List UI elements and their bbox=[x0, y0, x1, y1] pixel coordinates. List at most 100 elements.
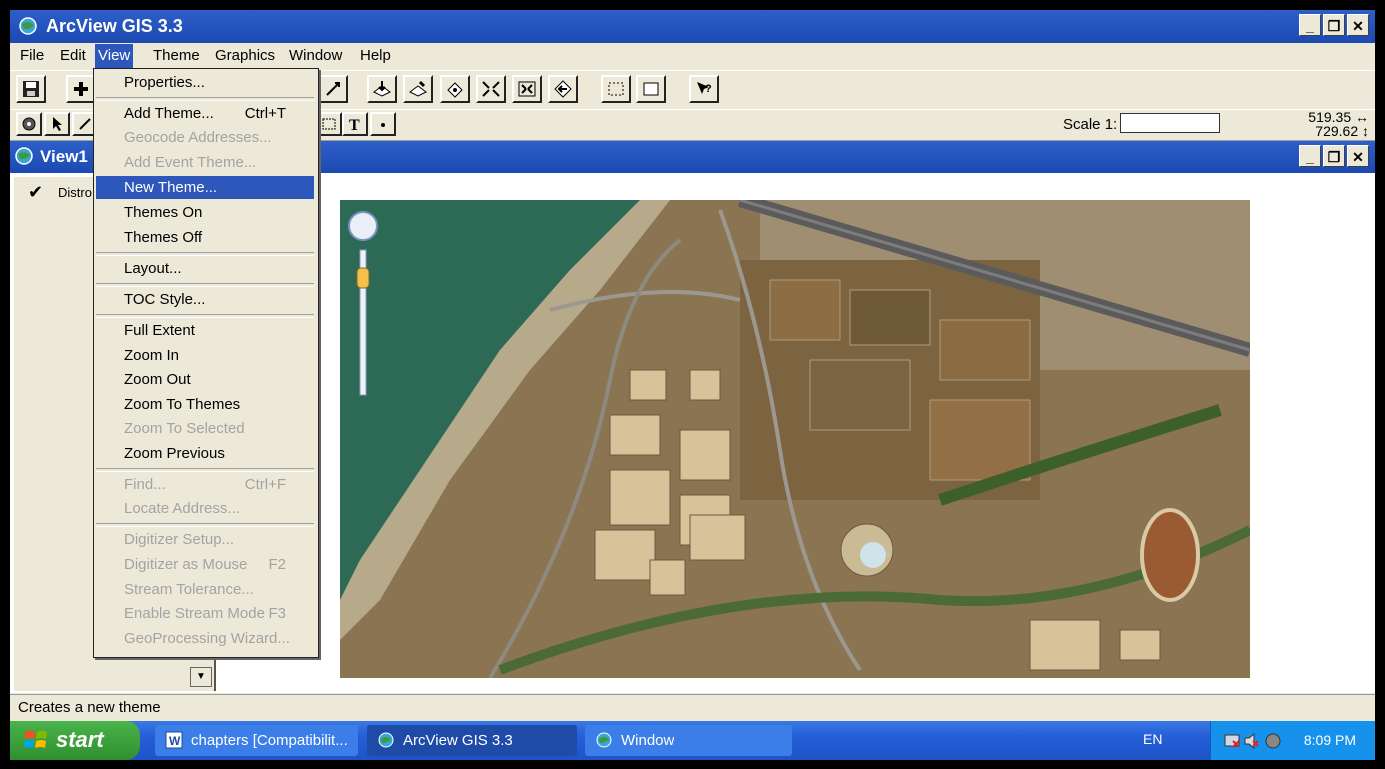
view-title: View1 bbox=[40, 147, 88, 166]
select-features-button[interactable] bbox=[601, 75, 631, 103]
taskbar-item-label: Window bbox=[621, 732, 675, 749]
help-icon: ? bbox=[697, 82, 712, 95]
zoom-to-themes-button[interactable] bbox=[512, 75, 542, 103]
zoom-themes-icon bbox=[518, 81, 536, 97]
system-tray: 8:09 PM bbox=[1210, 721, 1375, 760]
view-menu-dropdown: Properties... Add Theme... Ctrl+T Geocode… bbox=[93, 68, 319, 658]
language-indicator[interactable]: EN bbox=[1143, 731, 1162, 747]
menu-item-zoom-to-themes[interactable]: Zoom To Themes bbox=[96, 393, 314, 416]
menu-help[interactable]: Help bbox=[357, 47, 394, 67]
zoom-to-full-extent-button[interactable] bbox=[476, 75, 506, 103]
legend-icon bbox=[447, 82, 463, 98]
arcview-globe-icon bbox=[596, 732, 612, 748]
view-minimize-button[interactable]: _ bbox=[1299, 145, 1321, 167]
menu-item-geoprocessing-wizard: GeoProcessing Wizard... bbox=[124, 630, 290, 647]
zoom-previous-button[interactable] bbox=[548, 75, 578, 103]
menu-window[interactable]: Window bbox=[286, 47, 345, 67]
pan-button[interactable] bbox=[318, 75, 348, 103]
identify-tool[interactable] bbox=[16, 112, 42, 136]
taskbar-item-label: ArcView GIS 3.3 bbox=[403, 732, 513, 749]
pointer-tool[interactable] bbox=[44, 112, 70, 136]
select-icon bbox=[608, 82, 624, 96]
satellite-image bbox=[340, 200, 1250, 678]
vertex-icon bbox=[79, 118, 91, 130]
save-button[interactable] bbox=[16, 75, 46, 103]
menu-item-layout[interactable]: Layout... bbox=[96, 257, 314, 280]
tray-icons[interactable] bbox=[1223, 731, 1283, 751]
point-icon bbox=[381, 123, 385, 127]
point-tool[interactable] bbox=[370, 112, 396, 136]
shape-icon bbox=[322, 118, 336, 130]
add-theme-icon bbox=[74, 82, 88, 96]
stack-edit-icon bbox=[409, 80, 427, 97]
close-button[interactable]: ✕ bbox=[1347, 14, 1369, 36]
app-window: ArcView GIS 3.3 _ ❐ ✕ File Edit View The… bbox=[10, 10, 1375, 760]
menu-item-enable-stream-mode: Enable Stream Mode F3 bbox=[124, 605, 286, 622]
menu-item-properties[interactable]: Properties... bbox=[96, 71, 314, 94]
stack-icon bbox=[373, 81, 391, 97]
start-label: start bbox=[56, 727, 104, 752]
taskbar-item-arcview[interactable]: ArcView GIS 3.3 bbox=[367, 725, 577, 756]
view-restore-button[interactable]: ❐ bbox=[1323, 145, 1345, 167]
add-theme-button[interactable] bbox=[66, 75, 96, 103]
coordinate-readout: 519.35 ↔ 729.62 ↕ bbox=[1308, 110, 1369, 138]
help-button[interactable]: ? bbox=[689, 75, 719, 103]
app-title: ArcView GIS 3.3 bbox=[46, 16, 183, 36]
clear-selection-button[interactable] bbox=[636, 75, 666, 103]
minimize-button[interactable]: _ bbox=[1299, 14, 1321, 36]
menu-item-zoom-out[interactable]: Zoom Out bbox=[96, 368, 314, 391]
svg-text:T: T bbox=[349, 117, 360, 132]
menu-item-geocode-addresses: Geocode Addresses... bbox=[124, 129, 272, 146]
text-tool[interactable]: T bbox=[342, 112, 368, 136]
menu-edit[interactable]: Edit bbox=[57, 47, 89, 67]
view-close-button[interactable]: ✕ bbox=[1347, 145, 1369, 167]
vertical-arrows-icon: ↕ bbox=[1362, 123, 1369, 139]
menu-item-stream-tolerance: Stream Tolerance... bbox=[124, 581, 254, 598]
start-button[interactable]: start bbox=[10, 721, 140, 760]
clock[interactable]: 8:09 PM bbox=[1304, 732, 1356, 748]
scale-label: Scale 1: bbox=[1063, 116, 1118, 133]
restore-button[interactable]: ❐ bbox=[1323, 14, 1345, 36]
theme-properties-button[interactable] bbox=[403, 75, 433, 103]
menu-item-zoom-previous[interactable]: Zoom Previous bbox=[96, 442, 314, 465]
coord-y: 729.62 bbox=[1315, 123, 1359, 139]
menu-item-find: Find... Ctrl+F bbox=[124, 476, 286, 493]
satellite-map[interactable] bbox=[340, 200, 1250, 678]
toc-theme-label: Distro bbox=[58, 185, 92, 200]
menu-item-zoom-to-selected: Zoom To Selected bbox=[124, 420, 245, 437]
checkmark-icon[interactable]: ✔ bbox=[28, 182, 43, 203]
menu-item-digitizer-as-mouse: Digitizer as Mouse F2 bbox=[124, 556, 286, 573]
menu-item-toc-style[interactable]: TOC Style... bbox=[96, 288, 314, 311]
menu-item-full-extent[interactable]: Full Extent bbox=[96, 319, 314, 342]
open-theme-table-button[interactable] bbox=[367, 75, 397, 103]
menu-item-add-theme[interactable]: Add Theme... Ctrl+T bbox=[96, 102, 314, 125]
scroll-down-arrow[interactable]: ▼ bbox=[190, 667, 212, 687]
text-icon: T bbox=[349, 117, 360, 132]
menu-item-locate-address: Locate Address... bbox=[124, 500, 240, 517]
clear-icon bbox=[643, 82, 659, 96]
taskbar-item-chapters[interactable]: W chapters [Compatibilit... bbox=[155, 725, 358, 756]
legend-editor-button[interactable] bbox=[440, 75, 470, 103]
full-extent-icon bbox=[482, 81, 500, 97]
pointer-icon bbox=[53, 117, 62, 131]
arcview-globe-icon bbox=[378, 732, 394, 748]
menu-file[interactable]: File bbox=[17, 47, 47, 67]
menu-theme[interactable]: Theme bbox=[150, 47, 203, 67]
svg-text:?: ? bbox=[705, 83, 712, 95]
scale-input[interactable] bbox=[1120, 113, 1220, 133]
view-globe-icon bbox=[15, 147, 33, 165]
menu-item-new-theme[interactable]: New Theme... bbox=[96, 176, 314, 199]
taskbar-item-window[interactable]: Window bbox=[585, 725, 792, 756]
menu-item-themes-on[interactable]: Themes On bbox=[96, 201, 314, 224]
menu-graphics[interactable]: Graphics bbox=[212, 47, 278, 67]
menu-view[interactable]: View bbox=[95, 44, 134, 69]
menu-item-zoom-in[interactable]: Zoom In bbox=[96, 344, 314, 367]
app-titlebar[interactable]: ArcView GIS 3.3 _ ❐ ✕ bbox=[10, 10, 1375, 43]
menu-item-themes-off[interactable]: Themes Off bbox=[96, 226, 314, 249]
menu-item-add-event-theme: Add Event Theme... bbox=[124, 154, 257, 171]
measure-icon bbox=[326, 82, 340, 96]
windows-logo-icon bbox=[24, 730, 47, 748]
shape-tool[interactable] bbox=[316, 112, 342, 136]
menu-item-digitizer-setup: Digitizer Setup... bbox=[124, 531, 235, 548]
save-icon bbox=[23, 81, 39, 97]
